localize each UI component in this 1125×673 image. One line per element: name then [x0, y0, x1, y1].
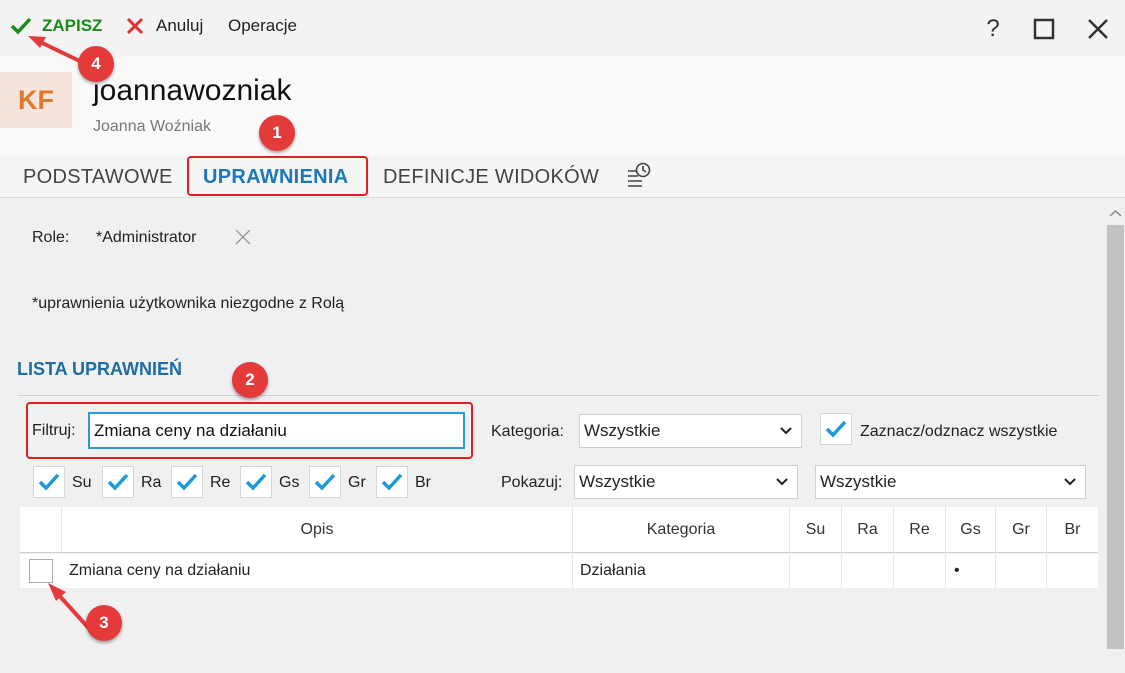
checkmark-icon [245, 473, 267, 491]
show-select-2-value: Wszystkie [820, 472, 897, 491]
flag-br-checkbox[interactable] [376, 466, 408, 498]
role-mismatch-note: *uprawnienia użytkownika niezgodne z Rol… [32, 295, 345, 312]
tab-bar: PODSTAWOWE UPRAWNIENIA DEFINICJE WIDOKÓW [0, 156, 1125, 198]
remove-role-icon[interactable] [234, 228, 252, 251]
select-all-checkbox[interactable] [820, 413, 852, 445]
show-label: Pokazuj: [501, 474, 563, 491]
show-select-2[interactable]: Wszystkie [815, 465, 1086, 499]
header-br[interactable]: Br [1047, 507, 1098, 553]
role-value: *Administrator [96, 229, 197, 246]
maximize-icon [1033, 18, 1055, 40]
scroll-thumb[interactable] [1107, 225, 1124, 649]
flag-br-label: Br [415, 474, 431, 491]
flag-gs-label: Gs [279, 474, 300, 491]
flag-ra-label: Ra [141, 474, 162, 491]
annotation-badge-3: 3 [86, 605, 122, 641]
filter-label: Filtruj: [32, 422, 76, 439]
tab-uprawnienia[interactable]: UPRAWNIENIA [203, 166, 349, 189]
toolbar: ZAPISZ Anuluj Operacje ? [0, 0, 1125, 56]
flag-gr-label: Gr [348, 474, 366, 491]
flag-ra-checkbox[interactable] [102, 466, 134, 498]
filter-input[interactable] [88, 412, 465, 449]
header-gs[interactable]: Gs [946, 507, 996, 553]
header-select [20, 507, 62, 553]
full-name: Joanna Woźniak [93, 118, 211, 135]
cell-kategoria: Działania [573, 554, 790, 588]
avatar: KF [0, 72, 72, 128]
annotation-badge-4: 4 [78, 46, 114, 82]
header-re[interactable]: Re [894, 507, 946, 553]
operations-menu[interactable]: Operacje [228, 16, 297, 36]
cell-ra [842, 554, 894, 588]
checkmark-icon [825, 420, 847, 438]
header-opis[interactable]: Opis [62, 507, 573, 553]
maximize-button[interactable] [1027, 12, 1061, 46]
save-label: ZAPISZ [42, 16, 103, 35]
checkmark-icon [107, 473, 129, 491]
flag-gr-checkbox[interactable] [309, 466, 341, 498]
header-su[interactable]: Su [790, 507, 842, 553]
scroll-up-icon[interactable] [1109, 205, 1122, 223]
section-title: LISTA UPRAWNIEŃ [17, 359, 182, 379]
close-icon [126, 17, 144, 35]
row-checkbox[interactable] [29, 559, 53, 583]
checkmark-icon [38, 473, 60, 491]
help-icon: ? [986, 15, 1000, 42]
cell-su [790, 554, 842, 588]
chevron-down-icon [780, 427, 792, 435]
cell-gs: • [946, 554, 996, 588]
annotation-badge-1: 1 [259, 115, 295, 151]
cancel-button[interactable]: Anuluj [126, 16, 203, 36]
divider [17, 395, 1099, 396]
category-label: Kategoria: [491, 423, 564, 440]
category-select-value: Wszystkie [584, 421, 661, 440]
username: joannawozniak [93, 74, 292, 107]
header-ra[interactable]: Ra [842, 507, 894, 553]
cell-gr [996, 554, 1047, 588]
cancel-label: Anuluj [156, 16, 204, 35]
help-button[interactable]: ? [976, 12, 1010, 46]
cell-opis: Zmiana ceny na działaniu [62, 554, 573, 588]
checkmark-icon [176, 473, 198, 491]
category-select[interactable]: Wszystkie [579, 414, 802, 448]
cell-re [894, 554, 946, 588]
table-row[interactable]: Zmiana ceny na działaniu Działania • [20, 554, 1098, 588]
annotation-badge-2: 2 [232, 362, 268, 398]
table-header: Opis Kategoria Su Ra Re Gs Gr Br [20, 507, 1098, 553]
role-label: Role: [32, 229, 70, 246]
close-window-icon [1088, 19, 1108, 39]
flag-re-label: Re [210, 474, 231, 491]
history-icon[interactable] [626, 162, 652, 193]
chevron-down-icon [776, 478, 788, 486]
header-kategoria[interactable]: Kategoria [573, 507, 790, 553]
flag-su-label: Su [72, 474, 92, 491]
user-header: KF joannawozniak Joanna Woźniak [0, 56, 1125, 156]
show-select-value: Wszystkie [579, 472, 656, 491]
show-select[interactable]: Wszystkie [574, 465, 798, 499]
tab-podstawowe[interactable]: PODSTAWOWE [23, 166, 173, 189]
cell-br [1047, 554, 1098, 588]
permissions-content: Role: *Administrator *uprawnienia użytko… [0, 199, 1106, 673]
operations-label: Operacje [228, 16, 297, 35]
checkmark-icon [314, 473, 336, 491]
select-all-label: Zaznacz/odznacz wszystkie [860, 423, 1058, 440]
flag-re-checkbox[interactable] [171, 466, 203, 498]
flag-gs-checkbox[interactable] [240, 466, 272, 498]
checkmark-icon [381, 473, 403, 491]
save-button[interactable]: ZAPISZ [10, 16, 102, 36]
tab-definicje-widokow[interactable]: DEFINICJE WIDOKÓW [383, 166, 599, 189]
chevron-down-icon [1064, 478, 1076, 486]
checkmark-icon [10, 17, 32, 35]
close-window-button[interactable] [1081, 12, 1115, 46]
flag-su-checkbox[interactable] [33, 466, 65, 498]
header-gr[interactable]: Gr [996, 507, 1047, 553]
scrollbar[interactable] [1106, 199, 1125, 673]
